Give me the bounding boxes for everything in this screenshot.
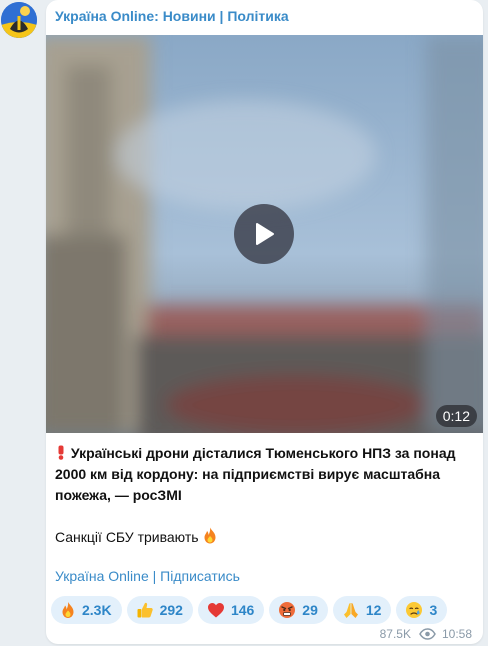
fire-icon xyxy=(62,602,74,618)
reaction-count: 12 xyxy=(365,602,382,618)
message-bubble: Україна Online: Новини | Політика 0:12 У… xyxy=(46,0,483,644)
message-time: 10:58 xyxy=(441,627,472,641)
reaction-thumbs-up[interactable]: 292 xyxy=(126,596,193,624)
angry-face-icon xyxy=(279,602,296,618)
folded-hands-icon xyxy=(343,603,358,618)
heart-icon xyxy=(207,603,224,618)
reaction-folded-hands[interactable]: 12 xyxy=(332,596,392,624)
subscribe-link[interactable]: Україна Online | Підписатись xyxy=(55,568,240,584)
body-paragraph: Санкції СБУ тривають xyxy=(55,527,470,548)
thumbs-up-icon xyxy=(137,602,153,618)
reaction-angry[interactable]: 29 xyxy=(269,596,328,624)
message-meta: 87.5K 10:58 xyxy=(380,627,472,641)
headline-text: Українські дрони дісталися Тюменського Н… xyxy=(55,445,456,503)
crying-face-icon xyxy=(406,602,423,618)
fire-icon xyxy=(204,527,216,544)
play-icon xyxy=(256,223,274,245)
headline: Українські дрони дісталися Тюменського Н… xyxy=(55,443,470,506)
video-duration: 0:12 xyxy=(435,405,477,427)
view-count: 87.5K xyxy=(379,627,411,641)
reaction-heart[interactable]: 146 xyxy=(197,596,265,624)
message-text: Українські дрони дісталися Тюменського Н… xyxy=(55,443,470,548)
channel-avatar[interactable] xyxy=(1,2,37,38)
reaction-crying[interactable]: 3 xyxy=(396,596,448,624)
reaction-count: 29 xyxy=(302,602,318,618)
reaction-count: 3 xyxy=(429,602,438,618)
reactions-bar: 2.3K 292 146 29 12 3 xyxy=(51,596,448,624)
play-button[interactable] xyxy=(234,204,294,264)
reaction-count: 2.3K xyxy=(82,602,112,618)
reaction-count: 146 xyxy=(230,602,255,618)
channel-logo-icon xyxy=(1,2,37,38)
reaction-count: 292 xyxy=(159,602,183,618)
body-text: Санкції СБУ тривають xyxy=(55,529,199,545)
video-preview[interactable]: 0:12 xyxy=(46,35,483,433)
eye-icon xyxy=(419,628,436,640)
channel-name[interactable]: Україна Online: Новини | Політика xyxy=(55,8,289,24)
reaction-fire[interactable]: 2.3K xyxy=(51,596,122,624)
exclamation-icon xyxy=(58,445,64,460)
